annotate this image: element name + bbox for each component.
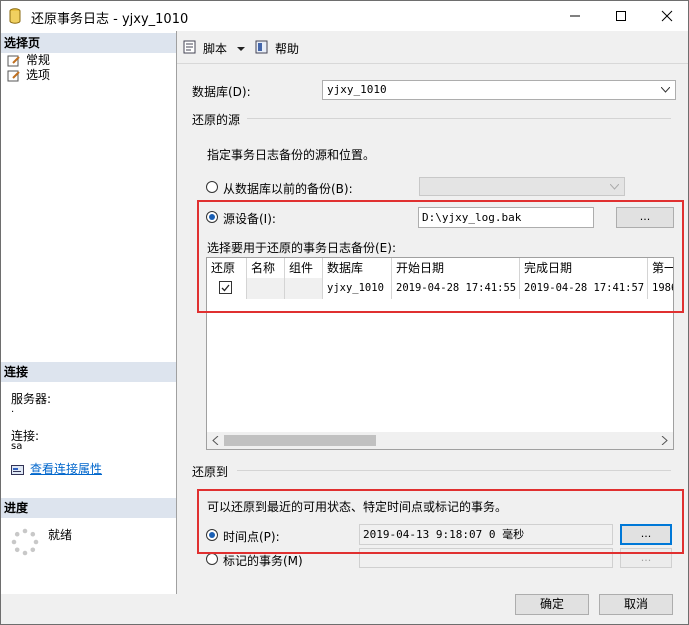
chevron-right-icon[interactable] (661, 436, 668, 445)
left-pane: 选择页 常规 选项 连接 服务器: . 连接: sa 查看连接属性 进度 就绪 (1, 31, 177, 594)
toolbar: 脚本 帮助 (177, 31, 688, 64)
main-content: 数据库(D): yjxy_1010 还原的源 指定事务日志备份的源和位置。 从数… (177, 64, 688, 594)
title-bar: 还原事务日志 - yjxy_1010 (1, 1, 688, 31)
page-wrench-icon (7, 70, 21, 82)
server-value: . (11, 404, 15, 415)
script-icon (183, 40, 199, 57)
properties-icon (11, 464, 25, 476)
connection-header: 连接 (1, 362, 176, 382)
progress-status: 就绪 (48, 528, 73, 542)
database-label: 数据库(D): (192, 85, 251, 99)
highlight-box-restore-to (197, 489, 684, 554)
page-item-label: 选项 (26, 68, 51, 82)
database-value: yjxy_1010 (327, 83, 387, 96)
source-description: 指定事务日志备份的源和位置。 (207, 148, 376, 162)
help-button[interactable]: 帮助 (255, 39, 299, 57)
close-button[interactable] (644, 1, 688, 31)
chevron-down-icon[interactable] (237, 41, 246, 55)
from-database-radio[interactable] (206, 181, 218, 193)
horizontal-scrollbar[interactable] (207, 432, 673, 449)
database-icon (9, 8, 21, 24)
restore-log-dialog: 还原事务日志 - yjxy_1010 选择页 常规 选项 连接 服务器: . 连 (0, 0, 689, 625)
chevron-down-icon (661, 87, 670, 93)
maximize-button[interactable] (598, 1, 644, 31)
server-label: 服务器: (11, 392, 52, 406)
backup-database-combo[interactable] (419, 177, 625, 196)
chevron-left-icon[interactable] (212, 436, 219, 445)
marked-transaction-label: 标记的事务(M) (223, 554, 303, 568)
section-divider (237, 470, 671, 471)
progress-spinner-icon (11, 528, 39, 556)
connection-value: sa (11, 441, 23, 452)
from-database-label: 从数据库以前的备份(B): (223, 182, 353, 196)
marked-transaction-radio[interactable] (206, 553, 218, 565)
page-item-general[interactable]: 常规 (7, 53, 50, 68)
highlight-box-source (197, 200, 684, 313)
minimize-button[interactable] (552, 1, 598, 31)
section-divider (247, 118, 671, 119)
page-item-options[interactable]: 选项 (7, 68, 50, 83)
restore-source-heading: 还原的源 (192, 113, 241, 127)
chevron-down-icon (610, 184, 619, 190)
script-label: 脚本 (203, 41, 228, 56)
ok-button[interactable]: 确定 (515, 594, 589, 615)
window-title: 还原事务日志 - yjxy_1010 (31, 12, 189, 27)
dialog-footer: 确定 取消 (177, 594, 688, 624)
database-combo[interactable]: yjxy_1010 (322, 80, 676, 100)
progress-header: 进度 (1, 498, 176, 518)
scroll-thumb[interactable] (224, 435, 376, 446)
restore-to-heading: 还原到 (192, 465, 229, 479)
select-page-header: 选择页 (1, 33, 176, 53)
view-props-link[interactable]: 查看连接属性 (30, 462, 102, 477)
view-connection-properties[interactable]: 查看连接属性 (11, 462, 102, 477)
script-button[interactable]: 脚本 (183, 39, 246, 57)
help-label: 帮助 (275, 41, 300, 56)
page-wrench-icon (7, 55, 21, 67)
help-icon (255, 40, 271, 57)
page-item-label: 常规 (26, 53, 51, 67)
cancel-button[interactable]: 取消 (599, 594, 673, 615)
